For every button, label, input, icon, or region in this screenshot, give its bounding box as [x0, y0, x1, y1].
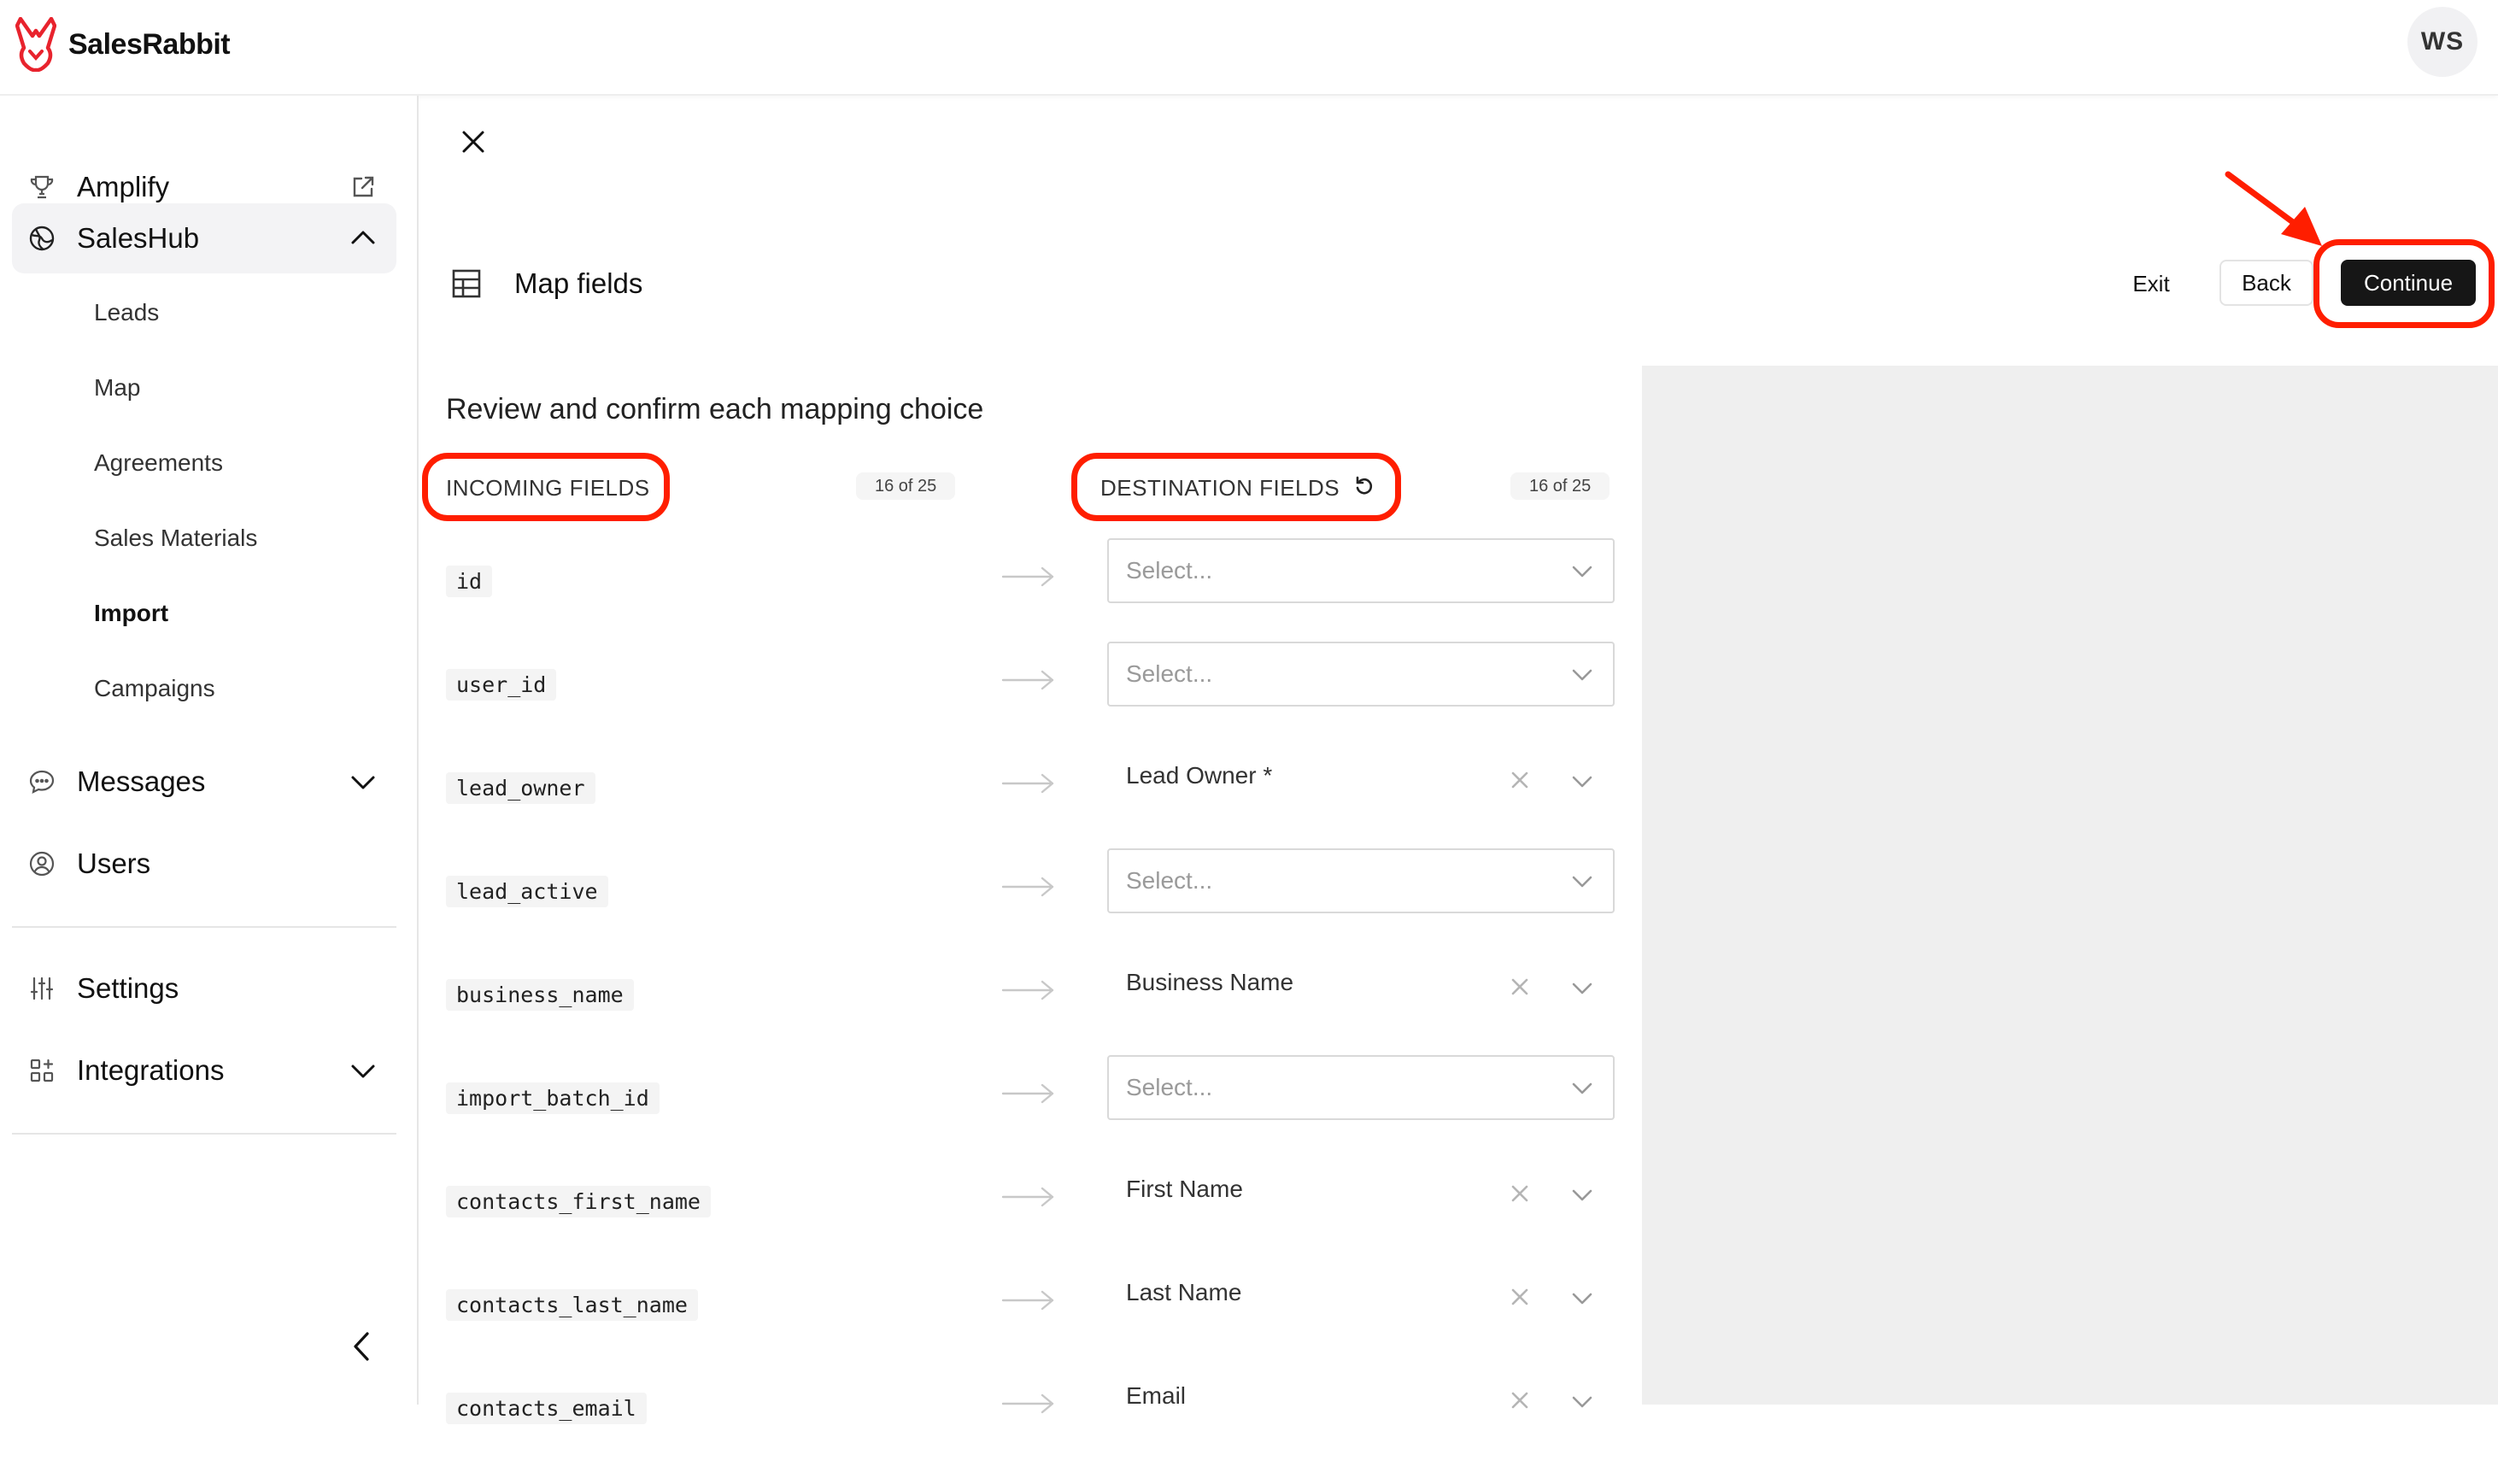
- reset-icon[interactable]: [1353, 475, 1375, 497]
- select-placeholder: Select...: [1126, 557, 1213, 584]
- incoming-field-name: contacts_last_name: [446, 1289, 698, 1321]
- globe-icon: [27, 224, 56, 253]
- incoming-count-badge: 16 of 25: [856, 472, 956, 500]
- incoming-fields-label: INCOMING FIELDS: [446, 475, 650, 501]
- table-icon: [452, 269, 481, 298]
- clear-selection-icon[interactable]: [1509, 769, 1531, 791]
- page-title: Map fields: [514, 267, 643, 299]
- mapping-row: contacts_last_name Last Name: [0, 1277, 1640, 1381]
- destination-fields-label: DESTINATION FIELDS: [1100, 475, 1340, 501]
- arrow-right-icon: [1001, 1083, 1054, 1104]
- salesrabbit-logo-icon: [15, 17, 56, 72]
- arrow-right-icon: [1001, 877, 1054, 897]
- mapping-row: import_batch_id Select...: [0, 1055, 1640, 1174]
- preview-panel: [1642, 366, 2498, 1405]
- app-logo[interactable]: SalesRabbit: [15, 17, 231, 72]
- destination-select[interactable]: Select...: [1107, 538, 1615, 603]
- top-bar: SalesRabbit WS: [0, 0, 2498, 96]
- mapping-row: user_id Select...: [0, 642, 1640, 760]
- chevron-down-icon[interactable]: [1570, 1286, 1594, 1310]
- arrow-right-icon: [1001, 980, 1054, 1000]
- arrow-right-icon: [1001, 773, 1054, 794]
- chevron-down-icon[interactable]: [1570, 976, 1594, 1000]
- destination-field-value[interactable]: Email: [1126, 1382, 1186, 1410]
- destination-count-badge: 16 of 25: [1510, 472, 1610, 500]
- arrow-right-icon: [1001, 1290, 1054, 1311]
- incoming-field-name: contacts_email: [446, 1393, 647, 1424]
- mapping-row: lead_active Select...: [0, 848, 1640, 967]
- back-button[interactable]: Back: [2219, 260, 2313, 306]
- chevron-down-icon: [1572, 566, 1592, 578]
- arrow-right-icon: [1001, 566, 1054, 587]
- destination-field-value[interactable]: Last Name: [1126, 1279, 1241, 1306]
- continue-button[interactable]: Continue: [2341, 260, 2476, 306]
- exit-button[interactable]: Exit: [2108, 261, 2194, 306]
- mapping-row: contacts_email Email: [0, 1381, 1640, 1484]
- destination-field-value[interactable]: Business Name: [1126, 969, 1293, 996]
- clear-selection-icon[interactable]: [1509, 1286, 1531, 1308]
- sidebar-subitem-sales-materials[interactable]: Sales Materials: [94, 525, 257, 552]
- incoming-field-name: import_batch_id: [446, 1082, 660, 1114]
- incoming-field-name: user_id: [446, 669, 557, 701]
- chevron-down-icon: [1572, 669, 1592, 681]
- annotation-arrow-icon: [2225, 171, 2322, 246]
- destination-field-value[interactable]: Lead Owner *: [1126, 762, 1272, 789]
- arrow-right-icon: [1001, 1393, 1054, 1414]
- sidebar-item-label: Amplify: [77, 171, 170, 202]
- sidebar-subitem-agreements[interactable]: Agreements: [94, 449, 223, 477]
- arrow-right-icon: [1001, 670, 1054, 690]
- select-placeholder: Select...: [1126, 867, 1213, 894]
- incoming-field-name: contacts_first_name: [446, 1186, 711, 1217]
- trophy-icon: [27, 173, 56, 202]
- clear-selection-icon[interactable]: [1509, 1182, 1531, 1205]
- chevron-down-icon[interactable]: [1570, 1182, 1594, 1206]
- incoming-field-name: lead_active: [446, 876, 608, 907]
- close-icon: [462, 131, 484, 153]
- chevron-down-icon[interactable]: [1570, 769, 1594, 793]
- clear-selection-icon[interactable]: [1509, 1389, 1531, 1411]
- destination-select[interactable]: Select...: [1107, 1055, 1615, 1120]
- select-placeholder: Select...: [1126, 1074, 1213, 1100]
- incoming-field-name: lead_owner: [446, 772, 595, 804]
- chevron-up-icon: [349, 224, 378, 253]
- user-avatar[interactable]: WS: [2407, 7, 2477, 77]
- close-button[interactable]: [456, 125, 490, 159]
- destination-select[interactable]: Select...: [1107, 848, 1615, 913]
- external-link-icon: [349, 173, 378, 202]
- arrow-right-icon: [1001, 1187, 1054, 1207]
- clear-selection-icon[interactable]: [1509, 976, 1531, 998]
- incoming-field-name: business_name: [446, 979, 634, 1011]
- page-header: Map fields: [451, 260, 642, 308]
- sidebar-subitem-leads[interactable]: Leads: [94, 299, 159, 326]
- sidebar-item-label: SalesHub: [77, 222, 200, 254]
- app-name: SalesRabbit: [68, 27, 231, 61]
- mapping-heading: Review and confirm each mapping choice: [446, 393, 984, 425]
- chevron-down-icon: [1572, 876, 1592, 888]
- chevron-down-icon: [1572, 1082, 1592, 1094]
- sidebar-item-saleshub[interactable]: SalesHub: [12, 203, 396, 273]
- select-placeholder: Select...: [1126, 660, 1213, 687]
- destination-select[interactable]: Select...: [1107, 642, 1615, 707]
- chevron-down-icon[interactable]: [1570, 1389, 1594, 1413]
- incoming-field-name: id: [446, 566, 493, 597]
- mapping-row: contacts_first_name First Name: [0, 1174, 1640, 1277]
- sidebar-subitem-map[interactable]: Map: [94, 374, 140, 402]
- destination-field-value[interactable]: First Name: [1126, 1176, 1243, 1203]
